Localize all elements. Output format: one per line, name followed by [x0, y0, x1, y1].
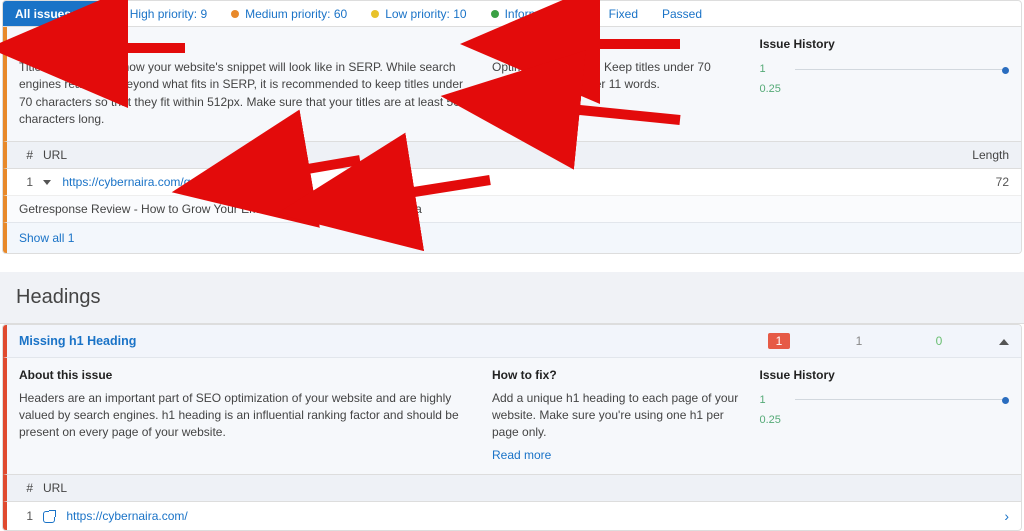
url-link-2[interactable]: https://cybernaira.com/ [66, 509, 187, 523]
tab-all-count: 97 [78, 7, 91, 21]
stat-current: 1 [739, 333, 819, 349]
fix-text: Optimize title length. Keep titles under… [492, 59, 742, 94]
hist-tick-1: 1 [759, 63, 795, 75]
stat-badge: 1 [768, 333, 791, 349]
tab-fixed-label: Fixed [609, 7, 638, 21]
about-heading-2: About this issue [19, 368, 474, 382]
collapse-button[interactable] [979, 334, 1009, 348]
tab-medium-count: 60 [334, 7, 347, 21]
row-length: 72 [929, 175, 1009, 189]
about-text: Title length defines how your website's … [19, 59, 474, 129]
priority-tabs: All issues: 97 High priority: 9 Medium p… [3, 1, 1021, 27]
row-num-2: 1 [19, 509, 43, 523]
fix-text-2: Add a unique h1 heading to each page of … [492, 390, 742, 442]
history-heading-2: Issue History [759, 368, 1009, 382]
col-url-2: URL [43, 481, 1009, 495]
col-num-2: # [19, 481, 43, 495]
dot-orange-icon [231, 10, 239, 18]
row-title-text: Getresponse Review - How to Grow Your Em… [3, 195, 1021, 222]
tab-passed-label: Passed [662, 7, 702, 21]
caret-up-icon [999, 339, 1009, 345]
tab-low-count: 10 [453, 7, 466, 21]
table-row[interactable]: 1 https://cybernaira.com/getresponse-rev… [3, 169, 1021, 195]
tab-passed[interactable]: Passed [650, 1, 714, 26]
tab-all-label: All issues: [15, 7, 75, 21]
issue-detail-panel: About this issue Title length defines ho… [3, 27, 1021, 141]
issue-title[interactable]: Missing h1 Heading [19, 334, 739, 348]
col-url: URL [43, 148, 929, 162]
dot-green-icon [491, 10, 499, 18]
fix-heading-2: How to fix? [492, 368, 742, 382]
history-heading: Issue History [759, 37, 1009, 51]
tab-high-label: High priority: [130, 7, 197, 21]
tab-low-label: Low priority: [385, 7, 450, 21]
tab-fixed[interactable]: Fixed [597, 1, 650, 26]
show-all-link[interactable]: Show all 1 [19, 231, 74, 245]
dot-yellow-icon [371, 10, 379, 18]
tab-info-count: 18 [571, 7, 584, 21]
stat-prev: 1 [819, 334, 899, 348]
tab-high-count: 9 [200, 7, 207, 21]
tab-info-label: Information: [505, 7, 568, 21]
history-chart: 1 0.25 [759, 59, 1009, 99]
tab-medium[interactable]: Medium priority: 60 [219, 1, 359, 26]
about-heading: About this issue [19, 37, 474, 51]
read-more-link[interactable]: Read more [492, 100, 551, 114]
external-link-icon[interactable] [43, 511, 55, 523]
section-heading: Headings [0, 272, 1024, 324]
tab-medium-label: Medium priority: [245, 7, 330, 21]
hist-tick-2: 0.25 [759, 83, 795, 95]
fix-heading: How to fix? [492, 37, 742, 51]
tab-info[interactable]: Information: 18 [479, 1, 597, 26]
url-table-header: # URL Length [3, 141, 1021, 169]
url-table-header-2: # URL [3, 474, 1021, 502]
hist2-tick-2: 0.25 [759, 414, 795, 426]
dot-red-icon [116, 10, 124, 18]
stat-fixed: 0 [899, 334, 979, 348]
hist2-tick-1: 1 [759, 394, 795, 406]
tab-high[interactable]: High priority: 9 [104, 1, 219, 26]
tab-low[interactable]: Low priority: 10 [359, 1, 478, 26]
row-num: 1 [19, 175, 43, 189]
read-more-link-2[interactable]: Read more [492, 448, 551, 462]
history-point-icon [1002, 397, 1009, 404]
col-length: Length [929, 148, 1009, 162]
chevron-right-icon[interactable]: › [989, 508, 1009, 524]
issue-summary-bar[interactable]: Missing h1 Heading 1 1 0 [3, 325, 1021, 358]
history-point-icon [1002, 67, 1009, 74]
history-chart-2: 1 0.25 [759, 390, 1009, 430]
col-num: # [19, 148, 43, 162]
about-text-2: Headers are an important part of SEO opt… [19, 390, 474, 442]
issue-detail-panel-2: About this issue Headers are an importan… [3, 358, 1021, 474]
tab-all-issues[interactable]: All issues: 97 [3, 1, 104, 26]
url-link[interactable]: https://cybernaira.com/getresponse-revie… [62, 175, 291, 189]
caret-down-icon[interactable] [43, 180, 51, 185]
